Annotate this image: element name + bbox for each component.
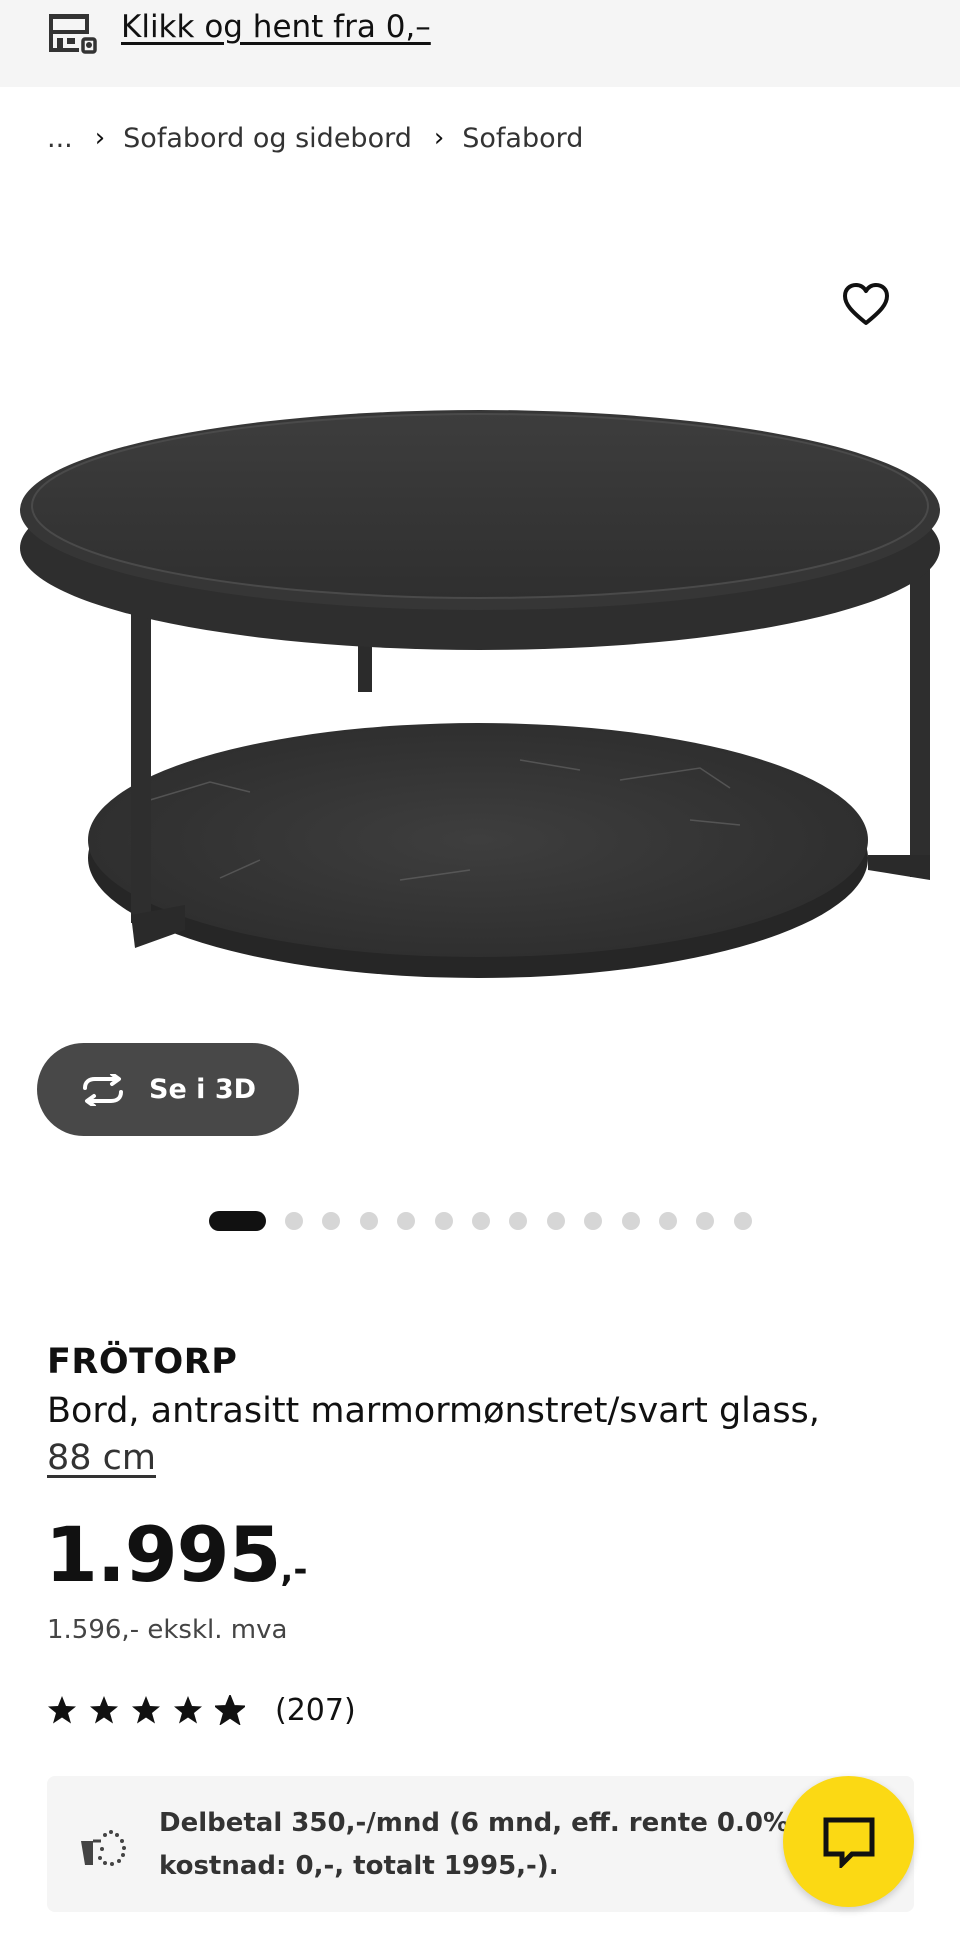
- coffee-table-image: [20, 410, 940, 978]
- breadcrumb-ellipsis[interactable]: ...: [47, 123, 73, 154]
- click-and-collect-link[interactable]: Klikk og hent fra 0,–: [121, 9, 431, 45]
- breadcrumb-item-coffee-and-side-tables[interactable]: Sofabord og sidebord: [123, 123, 412, 154]
- view-in-3d-button[interactable]: Se i 3D: [37, 1043, 299, 1136]
- carousel-dot-active[interactable]: [209, 1211, 266, 1231]
- breadcrumb-item-coffee-tables[interactable]: Sofabord: [462, 123, 583, 154]
- carousel-pagination: [209, 1211, 771, 1231]
- star-icon: [48, 1696, 76, 1724]
- installment-icon: [81, 1830, 126, 1866]
- product-image[interactable]: [0, 180, 960, 1176]
- product-description-text: Bord, antrasitt marmormønstret/svart gla…: [47, 1391, 820, 1431]
- rotate-icon: [83, 1073, 123, 1106]
- chat-button[interactable]: [783, 1776, 914, 1907]
- carousel-dot[interactable]: [621, 1212, 640, 1230]
- product-description: Bord, antrasitt marmormønstret/svart gla…: [47, 1388, 867, 1482]
- price-excl-vat: 1.596,- ekskl. mva: [47, 1615, 288, 1645]
- carousel-dot[interactable]: [322, 1212, 341, 1230]
- product-name: FRÖTORP: [47, 1342, 238, 1382]
- heart-icon[interactable]: [841, 280, 891, 330]
- carousel-dot[interactable]: [696, 1212, 715, 1230]
- product-size-link[interactable]: 88 cm: [47, 1438, 156, 1478]
- carousel-dot[interactable]: [285, 1212, 303, 1230]
- star-half-icon: [215, 1695, 245, 1725]
- star-icon: [174, 1696, 202, 1724]
- chat-icon: [823, 1817, 875, 1868]
- price-main: 1.995: [45, 1510, 281, 1599]
- carousel-dot[interactable]: [509, 1212, 528, 1230]
- price-suffix: ,-: [280, 1550, 308, 1590]
- carousel-dot[interactable]: [434, 1212, 453, 1230]
- view-in-3d-label: Se i 3D: [149, 1074, 257, 1105]
- rating-stars: [47, 1695, 257, 1725]
- star-icon: [90, 1696, 118, 1724]
- carousel-dot[interactable]: [359, 1212, 378, 1230]
- breadcrumb: ... › Sofabord og sidebord › Sofabord: [47, 118, 583, 158]
- rating-count: (207): [275, 1692, 356, 1728]
- financing-text: Delbetal 350,-/mnd (6 mnd, eff. rente 0.…: [159, 1808, 799, 1881]
- carousel-dot[interactable]: [658, 1212, 677, 1230]
- carousel-dot[interactable]: [471, 1212, 490, 1230]
- carousel-dot[interactable]: [397, 1212, 416, 1230]
- store-icon: [49, 14, 97, 54]
- carousel-dot[interactable]: [546, 1212, 565, 1230]
- product-rating[interactable]: (207): [47, 1690, 356, 1730]
- star-icon: [132, 1696, 160, 1724]
- carousel-dot[interactable]: [733, 1212, 752, 1230]
- top-promo-bar: Klikk og hent fra 0,–: [0, 0, 960, 87]
- carousel-dot[interactable]: [584, 1212, 603, 1230]
- chevron-right-icon: ›: [94, 123, 106, 153]
- chevron-right-icon: ›: [433, 123, 445, 153]
- product-price: 1.995,-: [45, 1510, 307, 1599]
